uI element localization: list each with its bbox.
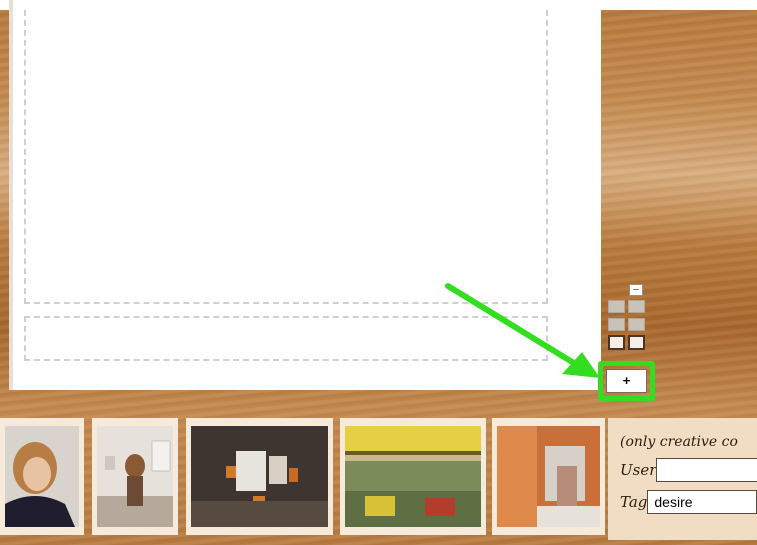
thumbnail-gallery-figure[interactable] — [92, 418, 178, 535]
photo-orange-room-icon — [497, 426, 600, 527]
search-panel: (only creative co User Tag — [608, 418, 757, 540]
photo-woman-icon — [5, 426, 79, 527]
photo-shelves-icon — [345, 426, 481, 527]
creative-commons-note: (only creative co — [620, 434, 738, 450]
photo-room-icon — [191, 426, 328, 527]
tag-input[interactable] — [647, 490, 757, 514]
thumbnail-woman-portrait[interactable] — [0, 418, 84, 535]
user-label: User — [620, 461, 657, 479]
tag-label: Tag — [620, 493, 648, 511]
user-input[interactable] — [656, 458, 757, 482]
thumbnail-dark-room[interactable] — [186, 418, 333, 535]
thumbnail-orange-room[interactable] — [492, 418, 605, 535]
photo-gallery-icon — [97, 426, 173, 527]
thumbnail-shop-shelves[interactable] — [340, 418, 486, 535]
